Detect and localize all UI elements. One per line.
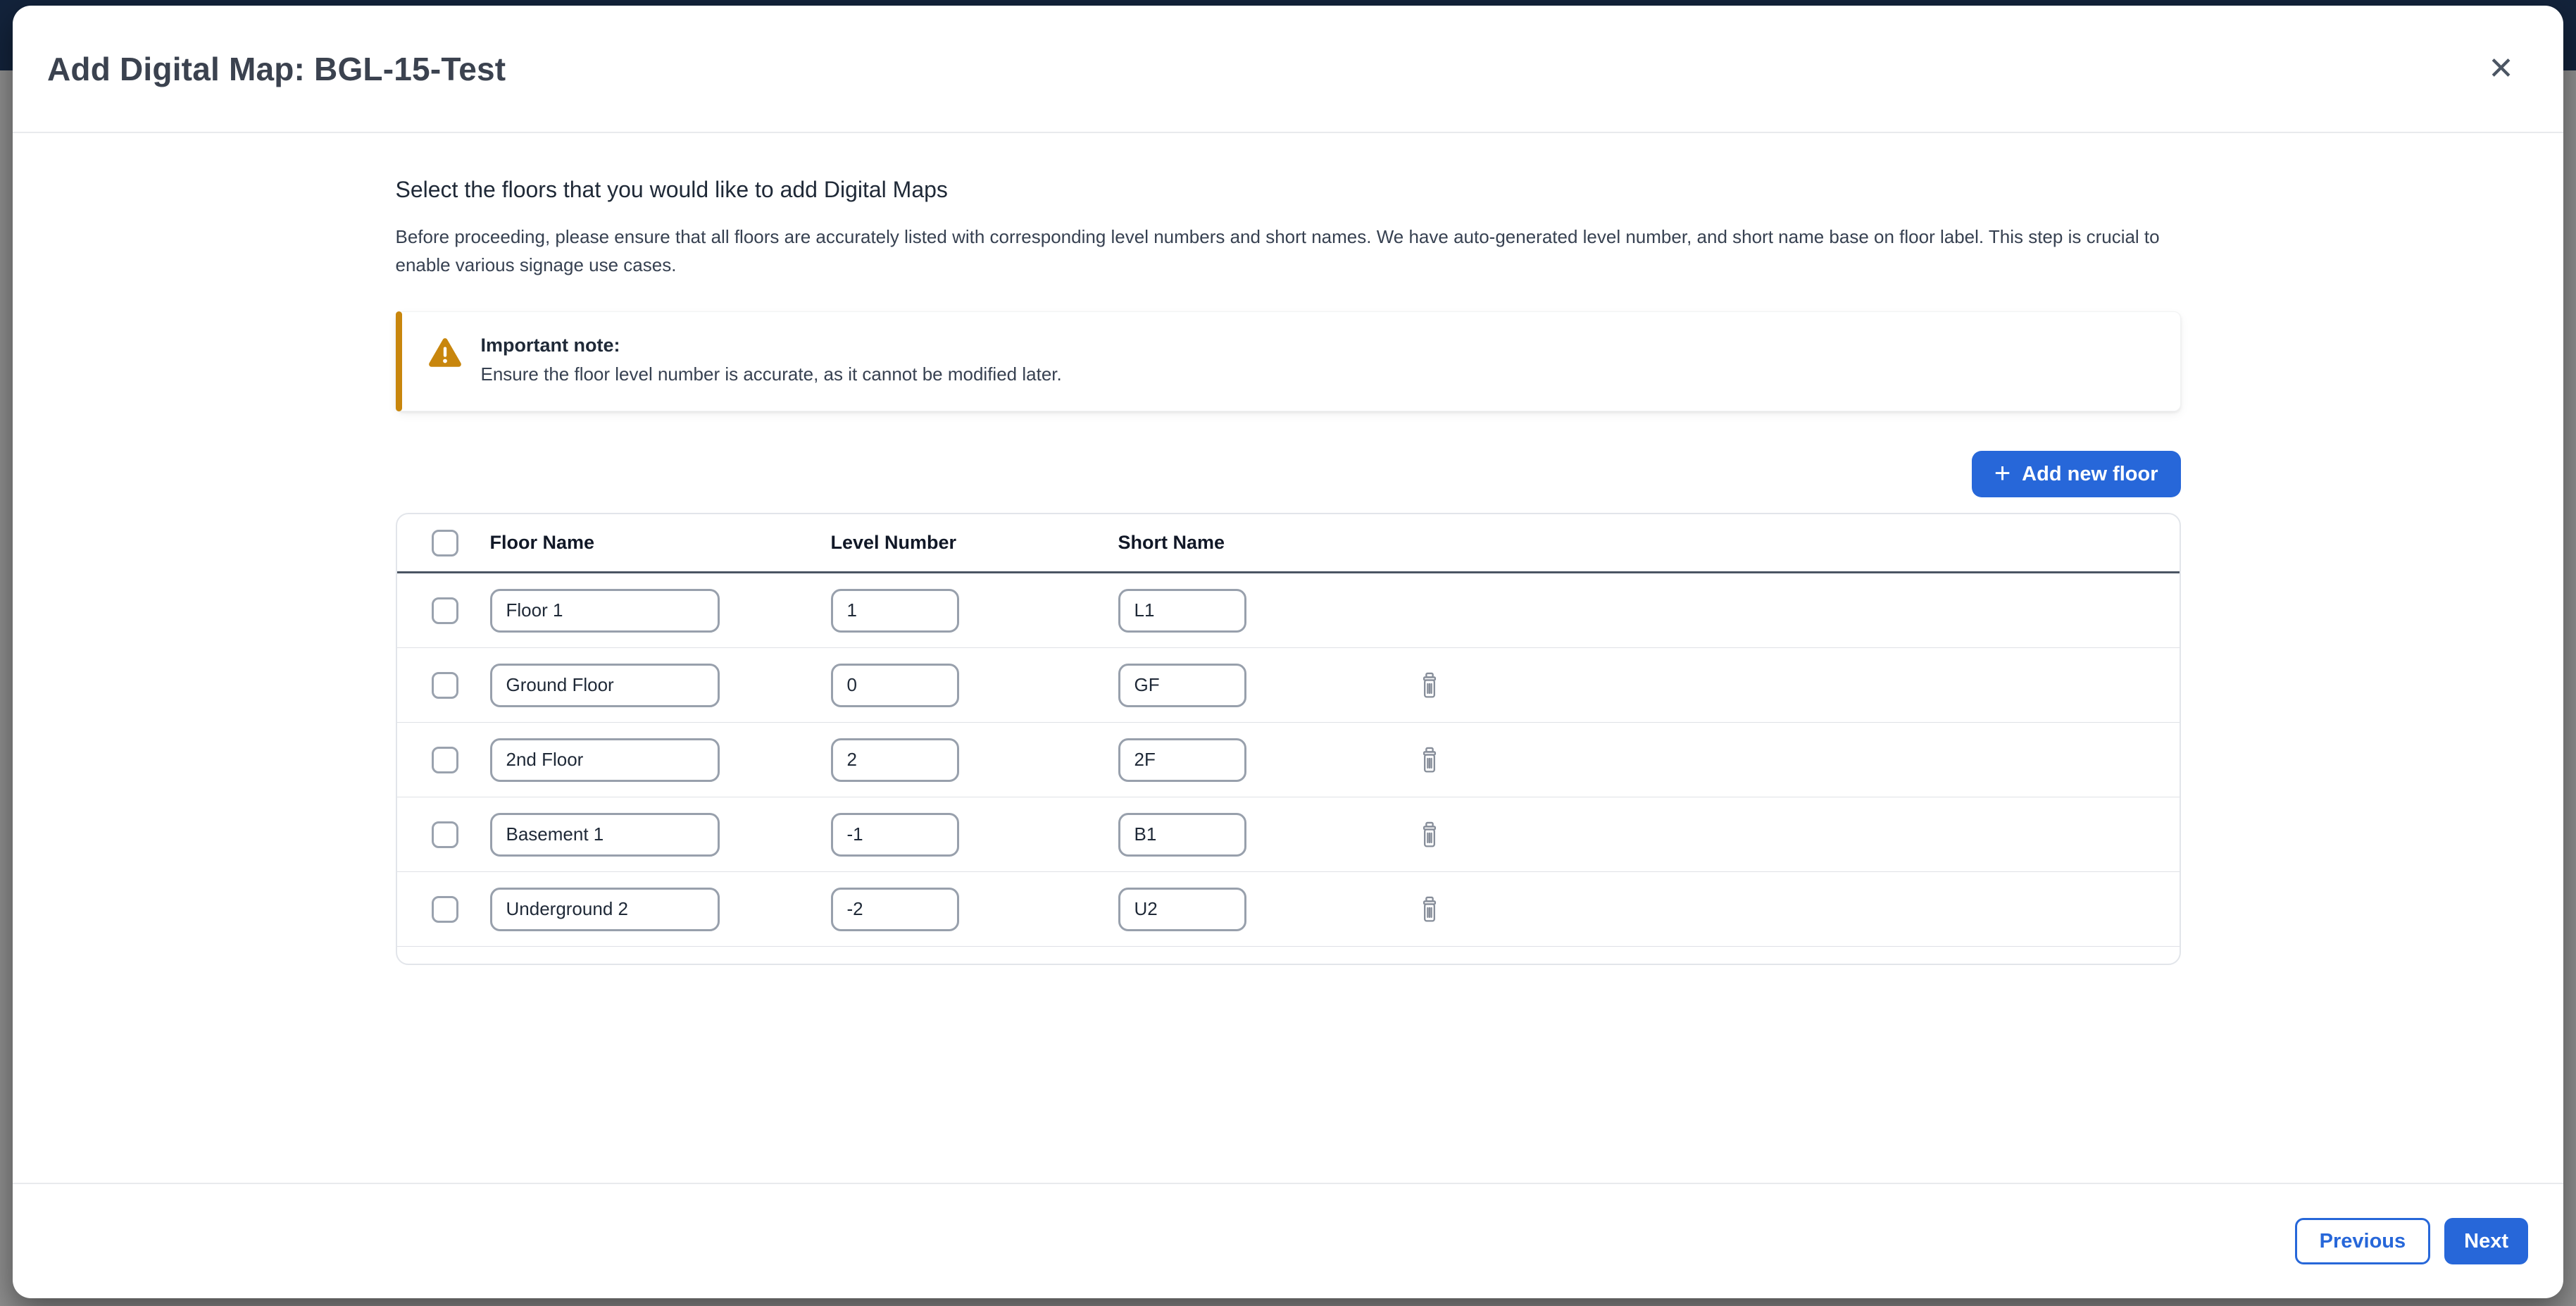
dialog-header: Add Digital Map: BGL-15-Test ✕ bbox=[13, 6, 2563, 133]
delete-floor-button[interactable] bbox=[1414, 891, 1445, 928]
level-number-input[interactable] bbox=[831, 813, 959, 857]
delete-floor-button[interactable] bbox=[1414, 816, 1445, 853]
level-number-input[interactable] bbox=[831, 738, 959, 782]
dialog-body: Select the floors that you would like to… bbox=[13, 133, 2563, 1183]
trash-icon bbox=[1419, 671, 1440, 699]
row-checkbox-cell bbox=[397, 896, 490, 923]
level-number-input[interactable] bbox=[831, 664, 959, 707]
content-container: Select the floors that you would like to… bbox=[396, 133, 2181, 965]
short-name-input[interactable] bbox=[1118, 664, 1246, 707]
delete-floor-button[interactable] bbox=[1414, 667, 1445, 704]
dialog-title: Add Digital Map: BGL-15-Test bbox=[47, 50, 506, 88]
section-heading: Select the floors that you would like to… bbox=[396, 177, 2181, 203]
plus-icon: + bbox=[1994, 459, 2011, 487]
previous-button[interactable]: Previous bbox=[2295, 1218, 2431, 1264]
close-button[interactable]: ✕ bbox=[2482, 48, 2520, 90]
column-header-floor-name: Floor Name bbox=[490, 532, 831, 554]
close-icon: ✕ bbox=[2488, 51, 2514, 86]
note-accent-bar bbox=[396, 311, 402, 411]
table-row bbox=[397, 573, 2180, 648]
row-checkbox-cell bbox=[397, 597, 490, 624]
important-note-box: Important note: Ensure the floor level n… bbox=[396, 311, 2181, 411]
add-digital-map-dialog: Add Digital Map: BGL-15-Test ✕ Select th… bbox=[13, 6, 2563, 1298]
note-text: Ensure the floor level number is accurat… bbox=[481, 363, 2152, 385]
floors-table: Floor Name Level Number Short Name bbox=[396, 513, 2181, 965]
floor-name-input[interactable] bbox=[490, 813, 720, 857]
row-checkbox[interactable] bbox=[432, 821, 458, 848]
floor-name-input[interactable] bbox=[490, 738, 720, 782]
row-checkbox-cell bbox=[397, 747, 490, 773]
add-new-floor-label: Add new floor bbox=[2022, 463, 2158, 486]
floor-name-input[interactable] bbox=[490, 664, 720, 707]
section-description: Before proceeding, please ensure that al… bbox=[396, 223, 2181, 279]
table-header-row: Floor Name Level Number Short Name bbox=[397, 514, 2180, 573]
select-all-checkbox[interactable] bbox=[432, 530, 458, 556]
note-title: Important note: bbox=[481, 335, 2152, 356]
short-name-input[interactable] bbox=[1118, 738, 1246, 782]
short-name-input[interactable] bbox=[1118, 888, 1246, 931]
warning-icon bbox=[429, 337, 461, 367]
delete-floor-button[interactable] bbox=[1414, 742, 1445, 778]
trash-icon bbox=[1419, 746, 1440, 774]
table-row bbox=[397, 648, 2180, 723]
short-name-input[interactable] bbox=[1118, 813, 1246, 857]
short-name-input[interactable] bbox=[1118, 589, 1246, 633]
add-new-floor-button[interactable]: + Add new floor bbox=[1972, 451, 2181, 497]
floor-name-input[interactable] bbox=[490, 888, 720, 931]
row-checkbox-cell bbox=[397, 821, 490, 848]
row-checkbox-cell bbox=[397, 672, 490, 699]
table-row bbox=[397, 797, 2180, 872]
column-header-level-number: Level Number bbox=[831, 532, 1118, 554]
table-body bbox=[397, 573, 2180, 947]
row-checkbox[interactable] bbox=[432, 672, 458, 699]
next-button[interactable]: Next bbox=[2444, 1218, 2528, 1264]
table-toolbar: + Add new floor bbox=[396, 451, 2181, 497]
level-number-input[interactable] bbox=[831, 888, 959, 931]
select-all-cell bbox=[397, 530, 490, 556]
dialog-footer: Previous Next bbox=[13, 1183, 2563, 1298]
table-row bbox=[397, 872, 2180, 947]
column-header-short-name: Short Name bbox=[1118, 532, 1414, 554]
level-number-input[interactable] bbox=[831, 589, 959, 633]
floor-name-input[interactable] bbox=[490, 589, 720, 633]
table-row bbox=[397, 723, 2180, 797]
trash-icon bbox=[1419, 821, 1440, 849]
row-checkbox[interactable] bbox=[432, 597, 458, 624]
row-checkbox[interactable] bbox=[432, 896, 458, 923]
row-checkbox[interactable] bbox=[432, 747, 458, 773]
trash-icon bbox=[1419, 895, 1440, 923]
